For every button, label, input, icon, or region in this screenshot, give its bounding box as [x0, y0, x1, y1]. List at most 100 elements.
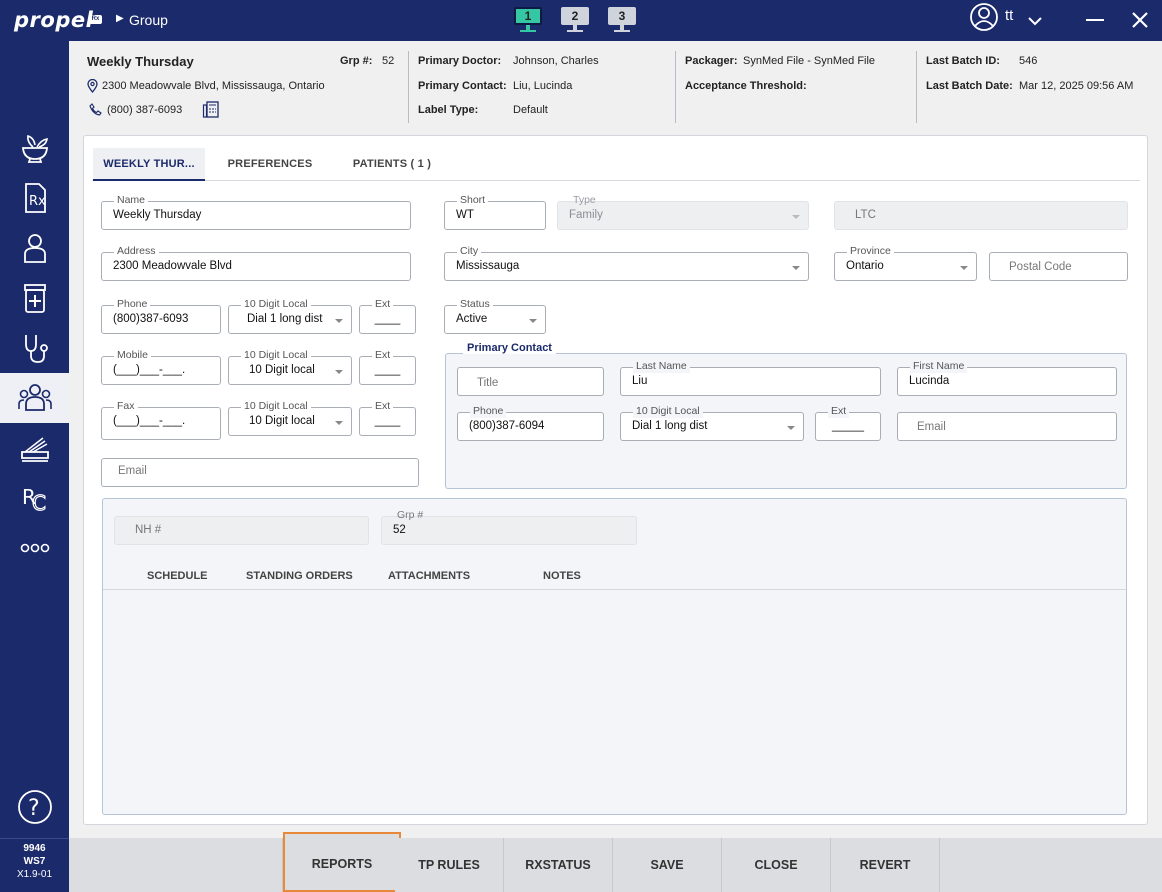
tab-attachments[interactable]: ATTACHMENTS: [388, 570, 470, 582]
phone-value: (800)387-6093: [113, 313, 189, 325]
contact-email-field[interactable]: Email: [897, 412, 1117, 441]
header-phone: (800) 387-6093: [107, 104, 183, 116]
mobile-ext-value: ____: [374, 364, 401, 376]
sidebar-item-drugs[interactable]: [0, 273, 69, 323]
postal-code-field[interactable]: Postal Code: [989, 252, 1128, 281]
minimize-button[interactable]: [1086, 19, 1104, 21]
chevron-down-icon: [335, 319, 343, 323]
short-field[interactable]: Short WT: [444, 193, 546, 230]
mobile-local-select[interactable]: 10 Digit Local 10 Digit local: [228, 348, 352, 385]
fax-ext-field[interactable]: Ext ____: [359, 399, 416, 436]
postal-code-placeholder: Postal Code: [1009, 261, 1072, 273]
contact-last-name-field[interactable]: Last Name Liu: [620, 359, 881, 396]
location-pin-icon: [87, 79, 98, 93]
reports-button[interactable]: REPORTS: [283, 832, 401, 892]
rc-icon: R C: [22, 485, 47, 514]
sidebar-item-packaging[interactable]: [0, 423, 69, 473]
type-value: Family: [569, 209, 603, 221]
rx-badge: Rx: [89, 15, 102, 24]
mobile-value: (___)___-___.: [113, 364, 186, 376]
primary-doctor-label: Primary Doctor:: [418, 55, 502, 67]
tab-schedule[interactable]: SCHEDULE: [147, 570, 208, 582]
breadcrumb-arrow-icon: ▶: [116, 13, 124, 24]
nh-number-field[interactable]: NH #: [114, 516, 369, 545]
close-button[interactable]: CLOSE: [722, 838, 831, 892]
more-icon: [20, 543, 49, 553]
mobile-local-label: 10 Digit Local: [241, 348, 311, 362]
short-label: Short: [457, 193, 489, 207]
tab-patients[interactable]: PATIENTS ( 1 ): [342, 148, 442, 181]
address-value: 2300 Meadowvale Blvd: [113, 260, 232, 272]
phone-icon: [89, 103, 102, 116]
workspace-3-label: 3: [608, 7, 636, 25]
mobile-label: Mobile: [114, 348, 151, 362]
help-button[interactable]: ?: [0, 782, 69, 832]
phone-ext-field[interactable]: Ext ____: [359, 297, 416, 334]
phone-field[interactable]: Phone (800)387-6093: [101, 297, 221, 334]
contact-last-name-label: Last Name: [633, 359, 690, 373]
workspace-2-button[interactable]: 2: [559, 7, 591, 33]
status-label: Status: [457, 297, 493, 311]
fax-icon[interactable]: [202, 100, 220, 118]
sidebar-item-prescriptions[interactable]: Rx: [0, 173, 69, 223]
contact-ext-field[interactable]: Ext _____: [815, 404, 881, 441]
grp-number-field[interactable]: Grp # 52: [381, 509, 637, 545]
svg-text:C: C: [32, 491, 46, 514]
acceptance-threshold-label: Acceptance Threshold:: [685, 80, 807, 92]
contact-first-name-field[interactable]: First Name Lucinda: [897, 359, 1117, 396]
app-window: propel Rx ▶ Group 1 2 3 tt Rx R C ? 9946…: [0, 0, 1162, 892]
revert-button[interactable]: REVERT: [831, 838, 940, 892]
contact-last-name-value: Liu: [632, 375, 648, 387]
ltc-field[interactable]: LTC: [834, 201, 1128, 230]
sidebar-item-doctors[interactable]: [0, 323, 69, 373]
user-avatar-icon[interactable]: [969, 2, 999, 32]
contact-local-select[interactable]: 10 Digit Local Dial 1 long dist: [620, 404, 804, 441]
fax-local-label: 10 Digit Local: [241, 399, 311, 413]
short-value: WT: [456, 209, 474, 221]
type-select[interactable]: Type Family: [557, 194, 809, 230]
name-field[interactable]: Name Weekly Thursday: [101, 193, 411, 230]
tab-standing-orders[interactable]: STANDING ORDERS: [246, 570, 353, 582]
fax-field[interactable]: Fax (___)___-___.: [101, 399, 221, 440]
close-window-icon[interactable]: [1130, 10, 1150, 30]
city-select[interactable]: City Mississauga: [444, 244, 809, 281]
email-field[interactable]: Email: [101, 458, 419, 487]
group-name: Weekly Thursday: [87, 54, 194, 69]
workspace-3-button[interactable]: 3: [606, 7, 638, 33]
save-button[interactable]: SAVE: [613, 838, 722, 892]
city-value: Mississauga: [456, 260, 520, 272]
province-value: Ontario: [846, 260, 884, 272]
last-batch-date-label: Last Batch Date:: [926, 80, 1013, 92]
contact-title-field[interactable]: Title: [457, 367, 604, 396]
mobile-ext-field[interactable]: Ext ____: [359, 348, 416, 385]
sidebar-item-rc[interactable]: R C: [0, 473, 69, 523]
tab-notes[interactable]: NOTES: [543, 570, 581, 582]
sidebar-item-pharmacy[interactable]: [0, 123, 69, 173]
chevron-down-icon[interactable]: [1026, 12, 1044, 30]
sidebar-item-more[interactable]: [0, 523, 69, 573]
tp-rules-button[interactable]: TP RULES: [395, 838, 504, 892]
last-batch-date: Mar 12, 2025 09:56 AM: [1019, 80, 1134, 92]
chevron-down-icon: [335, 370, 343, 374]
rxstatus-button[interactable]: RXSTATUS: [504, 838, 613, 892]
grp-number-label: Grp #: [397, 509, 424, 521]
contact-local-label: 10 Digit Local: [633, 404, 703, 418]
name-label: Name: [114, 193, 149, 207]
footer-spacer: [69, 838, 283, 892]
status-select[interactable]: Status Active: [444, 297, 546, 334]
fax-local-select[interactable]: 10 Digit Local 10 Digit local: [228, 399, 352, 436]
tab-preferences[interactable]: PREFERENCES: [216, 148, 324, 181]
lower-tabs: SCHEDULE STANDING ORDERS ATTACHMENTS NOT…: [103, 564, 1126, 590]
tab-weekly-thursday[interactable]: WEEKLY THUR...: [93, 148, 205, 181]
mobile-field[interactable]: Mobile (___)___-___.: [101, 348, 221, 385]
svg-text:?: ?: [28, 796, 40, 821]
version-info: 9946 WS7 X1.9-01: [0, 838, 69, 892]
sidebar-item-groups[interactable]: [0, 373, 69, 423]
mortar-pestle-icon: [21, 134, 48, 163]
phone-local-select[interactable]: 10 Digit Local Dial 1 long dist: [228, 297, 352, 334]
sidebar-item-patients[interactable]: [0, 223, 69, 273]
address-field[interactable]: Address 2300 Meadowvale Blvd: [101, 244, 411, 281]
province-select[interactable]: Province Ontario: [834, 244, 977, 281]
contact-phone-field[interactable]: Phone (800)387-6094: [457, 404, 604, 441]
workspace-1-button[interactable]: 1: [512, 7, 544, 33]
